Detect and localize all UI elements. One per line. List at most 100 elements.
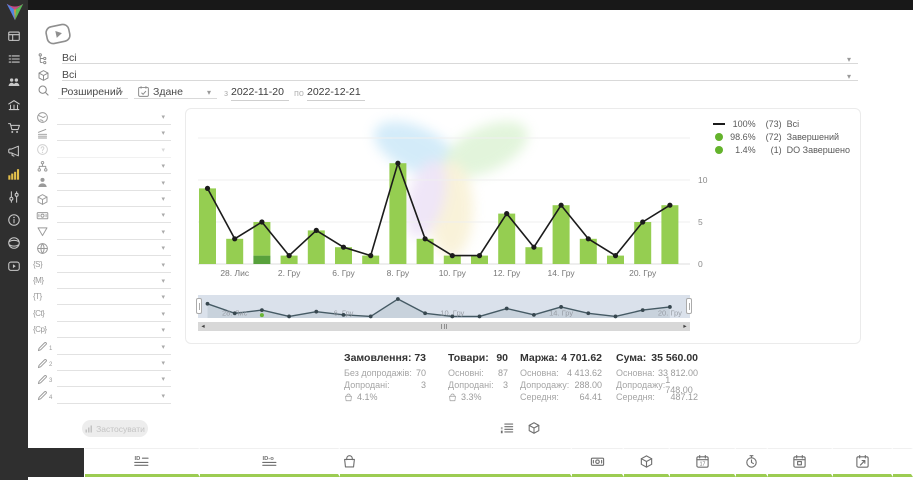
side-filter-pencil4[interactable]: 4▾ [33,389,171,404]
chart-card: 051028. Лис2. Гру6. Гру8. Гру10. Гру12. … [185,108,861,344]
navigator-chart[interactable]: 28. Лис6. Гру10. Гру14. Гру20. Гру [198,294,690,321]
legend-label: Всі [785,119,850,129]
date-to-label: по [294,88,304,98]
sidebar-item-analytics[interactable] [0,162,28,185]
legend-item-2[interactable]: 1.4%(1)DO Завершено [711,143,850,156]
side-filter-structure[interactable]: ▾ [33,159,171,174]
stat-sub-label: Основна: [520,368,559,378]
stat-sub-value: 4.1% [357,392,378,402]
table-header-row: ID ID-o 17 [85,448,913,477]
svg-text:5: 5 [698,217,703,227]
pencil-icon [36,389,49,402]
cart-icon [7,121,21,135]
legend-item-0[interactable]: 100%(73)Всі [711,117,850,130]
stat-sub-label: Основні: [448,368,484,378]
brand-logo-icon[interactable] [4,1,26,23]
side-filter-stage[interactable]: ▾ [33,126,171,141]
group-filter-1-underline[interactable] [62,50,858,64]
pencil-icon [35,356,49,370]
sidebar-item-tutorials[interactable] [0,254,28,277]
side-filter-pencil1[interactable]: 1▾ [33,340,171,355]
side-filter-brace-m[interactable]: {M}▾ [33,274,171,289]
column-header-date[interactable]: 17 [670,448,736,477]
date-from-input[interactable]: 2022-11-20 [231,86,289,101]
stat-sub-value: 487.12 [670,392,698,402]
sidebar-item-company[interactable] [0,93,28,116]
sidebar-item-settings[interactable] [0,185,28,208]
pencil-icon [36,340,49,353]
toggle-list-view[interactable] [500,421,514,435]
side-filter-money[interactable]: ▾ [33,208,171,223]
side-filter-brace-t[interactable]: {T}▾ [33,290,171,305]
scrollbar-thumb[interactable] [208,324,680,329]
stat-title: Замовлення: [344,352,411,367]
side-filter-web[interactable]: ▾ [33,241,171,256]
tutorial-video-icon[interactable] [43,22,73,47]
side-filter-planet[interactable]: ▾ [33,110,171,125]
package-icon [639,454,654,469]
filter-select-underline [57,140,171,141]
side-filter-brace-s[interactable]: {S}▾ [33,258,171,273]
legend-percent: 98.6% [727,132,759,142]
stat-sub-value: 4 413.62 [567,368,602,378]
chevron-down-icon: ▾ [161,113,165,121]
date-field-underline[interactable] [134,85,217,99]
chevron-down-icon: ▾ [161,179,165,187]
side-filter-pencil3[interactable]: 3▾ [33,372,171,387]
column-header-date-export[interactable] [833,448,893,477]
stat-column-0: Замовлення:73Без допродажів:70Допродані:… [344,352,426,403]
stat-sub-value: 64.41 [579,392,602,402]
date-to-input[interactable]: 2022-12-21 [307,86,365,101]
side-filter-person[interactable]: ▾ [33,176,171,191]
navigator-left-handle[interactable] [196,298,202,314]
sidebar-item-orders[interactable] [0,47,28,70]
filter-select-underline [57,370,171,371]
search-mode-underline[interactable] [58,85,128,99]
column-header-time[interactable] [736,448,768,477]
side-filter-help[interactable]: ▾ [33,143,171,158]
column-header-spacer[interactable] [893,448,913,477]
side-filter-brace-cp[interactable]: {Cp}▾ [33,323,171,338]
side-filter-package[interactable]: ▾ [33,192,171,207]
calendar-box-icon [792,454,807,469]
side-filter-brace-ct[interactable]: {Ct}▾ [33,307,171,322]
navigator-scrollbar[interactable]: ◂ ▸ [198,322,690,331]
navigator-right-handle[interactable] [686,298,692,314]
filter-select-underline [57,272,171,273]
column-header-product[interactable] [340,448,572,477]
bag-icon [344,393,353,402]
legend-percent: 100% [727,119,759,129]
legend-item-1[interactable]: 98.6%(72)Завершений [711,130,850,143]
sidebar-item-customers[interactable] [0,70,28,93]
funnel-icon [36,225,49,238]
sidebar-item-dashboard[interactable] [0,24,28,47]
megaphone-icon [7,144,21,158]
product-filter-underline[interactable] [62,67,858,81]
column-header-price[interactable] [572,448,624,477]
sidebar-item-sales[interactable] [0,116,28,139]
scroll-left-arrow[interactable]: ◂ [198,322,208,331]
side-filter-funnel[interactable]: ▾ [33,225,171,240]
stat-title: Товари: [448,352,489,367]
stat-value: 90 [496,352,508,367]
column-header-id-primary[interactable]: ID [85,448,200,477]
sidebar-item-campaigns[interactable] [0,139,28,162]
money-icon [590,454,605,469]
column-header-date-box[interactable] [768,448,833,477]
svg-text:2. Гру: 2. Гру [278,268,301,278]
sidebar-item-network[interactable] [0,231,28,254]
chevron-down-icon: ▾ [161,129,165,137]
id-list-icon: ID [134,454,149,469]
brace-cp-icon: {Cp} [33,325,47,334]
sidebar-item-info[interactable] [0,208,28,231]
scroll-right-arrow[interactable]: ▸ [680,322,690,331]
column-header-id-secondary[interactable]: ID-o [200,448,340,477]
side-filter-pencil2[interactable]: 2▾ [33,356,171,371]
svg-text:28. Лис: 28. Лис [220,268,250,278]
footer-corner-block [0,448,84,477]
main-chart[interactable]: 051028. Лис2. Гру6. Гру8. Гру10. Гру12. … [198,113,718,281]
column-header-package[interactable] [624,448,670,477]
pencil-index: 1 [49,346,52,352]
apply-button[interactable]: Застосувати [82,420,148,437]
toggle-package-view[interactable] [527,421,541,435]
